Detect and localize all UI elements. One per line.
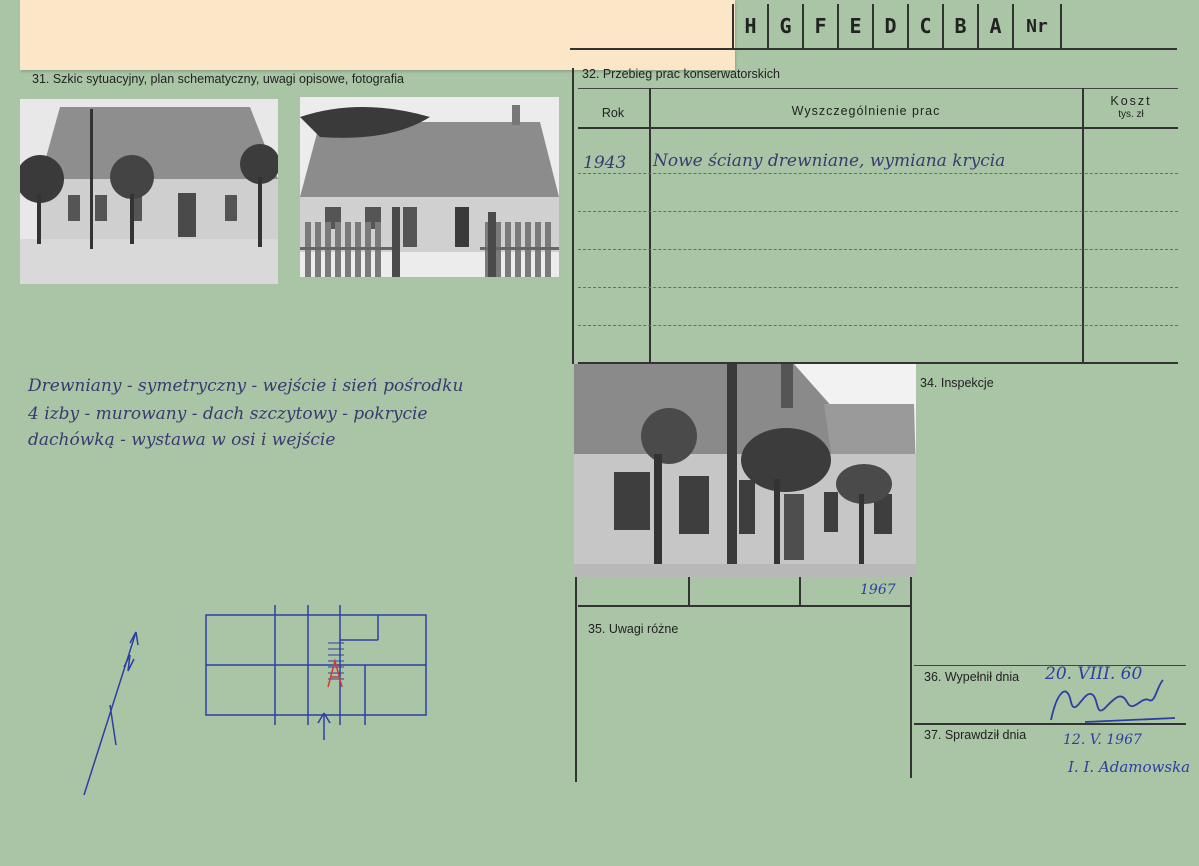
row-works: Nowe ściany drewniane, wymiana krycia — [653, 151, 1006, 171]
record-card: H G F E D C B A Nr 31. Szkic sytuacyjny,… — [0, 0, 1199, 866]
letter-cell: F — [802, 4, 837, 48]
signature-scribble — [1050, 679, 1176, 723]
small-cell-rule — [688, 577, 690, 605]
col-cost-header: Koszt — [1110, 94, 1152, 108]
description-line-2: 4 izby - murowany - dach szczytowy - pok… — [28, 404, 428, 424]
letter-cell: A — [977, 4, 1012, 48]
table-header-rule — [578, 127, 1178, 129]
letter-cell: G — [767, 4, 802, 48]
section-35-top-rule — [578, 605, 911, 607]
photo-year-note: 1967 — [860, 582, 896, 598]
col-works-header: Wyszczególnienie prac — [791, 104, 941, 118]
row-year: 1943 — [583, 153, 627, 173]
section-35-left-rule — [575, 577, 577, 782]
letter-header-row: H G F E D C B A Nr — [732, 4, 1062, 48]
table-col-rule-2 — [1082, 88, 1084, 364]
section-32-left-rule — [572, 68, 574, 364]
section-34-label: 34. Inspekcje — [920, 376, 994, 390]
col-year-header: Rok — [601, 106, 625, 120]
site-plan-sketch — [70, 595, 440, 810]
number-cell: Nr — [1012, 4, 1062, 48]
letter-cell: E — [837, 4, 872, 48]
section-35-right-rule — [910, 577, 912, 778]
section-37-signature: I. I. Adamowska — [1068, 758, 1191, 776]
section-37-date: 12. V. 1967 — [1063, 732, 1142, 748]
letter-cell: B — [942, 4, 977, 48]
letter-cell: C — [907, 4, 942, 48]
street-photo-3 — [574, 364, 916, 577]
section-35-label: 35. Uwagi różne — [588, 622, 679, 636]
section-32-label: 32. Przebieg prac konserwatorskich — [582, 67, 781, 81]
table-row-rule — [578, 325, 1178, 326]
table-top-rule — [578, 88, 1178, 89]
table-row-rule — [578, 211, 1178, 212]
blank-label-sticker — [20, 0, 735, 70]
small-cell-rule — [799, 577, 801, 605]
table-col-rule-1 — [649, 88, 651, 364]
section-36-label: 36. Wypełnił dnia — [924, 670, 1020, 684]
description-line-1: Drewniany - symetryczny - wejście i sień… — [28, 376, 464, 396]
description-line-3: dachówką - wystawa w osi i wejście — [28, 430, 336, 450]
letter-cell: H — [732, 4, 767, 48]
street-photo-1 — [20, 99, 278, 284]
street-photo-2 — [300, 97, 559, 277]
letter-cell: D — [872, 4, 907, 48]
table-row-rule — [578, 173, 1178, 174]
section-31-label: 31. Szkic sytuacyjny, plan schematyczny,… — [32, 72, 404, 86]
table-row-rule — [578, 287, 1178, 288]
col-cost-unit: tys. zł — [1118, 109, 1144, 120]
section-37-label: 37. Sprawdził dnia — [924, 728, 1027, 742]
header-bottom-rule — [570, 48, 1177, 50]
table-row-rule — [578, 249, 1178, 250]
